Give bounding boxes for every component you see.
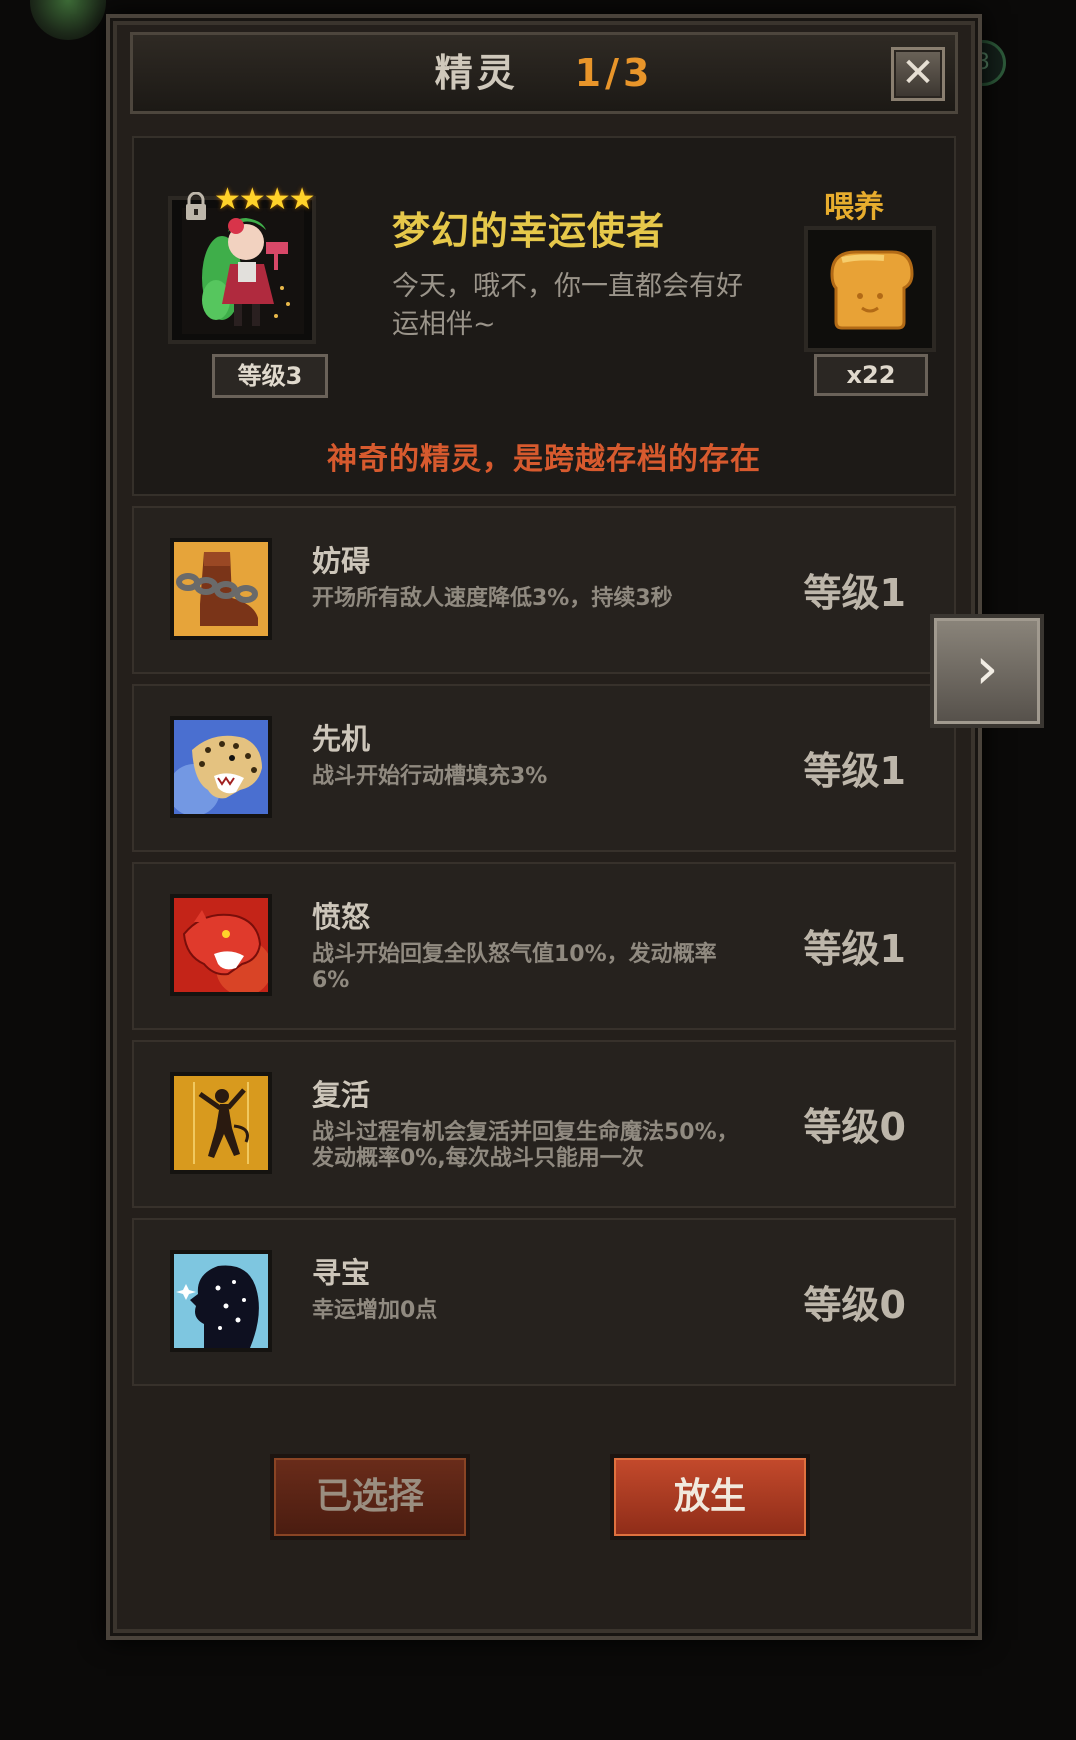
silhouette-icon <box>170 1250 272 1352</box>
skill-row[interactable]: 寻宝 幸运增加0点 等级0 <box>132 1218 956 1386</box>
spirit-character-image <box>182 208 304 334</box>
panther-icon <box>170 894 272 996</box>
selected-button[interactable]: 已选择 <box>270 1454 470 1540</box>
feed-item-slot[interactable] <box>804 226 936 352</box>
background-avatar <box>30 0 106 40</box>
skill-level: 等级1 <box>803 927 906 971</box>
skill-level: 等级0 <box>803 1283 906 1327</box>
skill-description: 开场所有敌人速度降低3%，持续3秒 <box>312 586 673 611</box>
skill-name: 愤怒 <box>312 900 371 934</box>
skill-list: 妨碍 开场所有敌人速度降低3%，持续3秒 等级1 先机 战斗开始行动槽填充3% … <box>132 506 956 1396</box>
skill-level: 等级1 <box>803 749 906 793</box>
skill-name: 复活 <box>312 1078 371 1112</box>
spirit-name: 梦幻的幸运使者 <box>392 209 666 253</box>
leopard-icon <box>170 716 272 818</box>
skill-row[interactable]: 先机 战斗开始行动槽填充3% 等级1 <box>132 684 956 852</box>
chain-boot-icon <box>170 538 272 640</box>
skill-row[interactable]: 愤怒 战斗开始回复全队怒气值10%，发动概率6% 等级1 <box>132 862 956 1030</box>
skill-description: 幸运增加0点 <box>312 1298 438 1323</box>
close-button[interactable]: ✕ <box>891 47 945 101</box>
skill-level: 等级1 <box>803 571 906 615</box>
panel-header: 精灵 1/3 ✕ <box>130 32 958 114</box>
spirit-info: ★★★★ 等级3 梦幻的幸运使者 今天，哦不，你一直都会有好运相伴~ 喂养 x2… <box>132 136 956 496</box>
feed-label: 喂养 <box>824 190 884 225</box>
title-text: 精灵 <box>434 51 519 95</box>
skill-description: 战斗开始行动槽填充3% <box>312 764 548 789</box>
skill-row[interactable]: 复活 战斗过程有机会复活并回复生命魔法50%，发动概率0%,每次战斗只能用一次 … <box>132 1040 956 1208</box>
skill-level: 等级0 <box>803 1105 906 1149</box>
chevron-right-icon: › <box>975 634 999 702</box>
bread-icon <box>830 250 914 330</box>
spirit-note: 神奇的精灵，是跨越存档的存在 <box>327 442 761 477</box>
spirit-panel: 精灵 1/3 ✕ ★★★★ 等级3 梦幻的幸运使者 今天，哦不，你一直都会有好运… <box>106 14 982 1640</box>
page-indicator: 1/3 <box>574 51 654 95</box>
skill-description: 战斗开始回复全队怒气值10%，发动概率6% <box>312 942 717 993</box>
skill-name: 寻宝 <box>312 1256 371 1290</box>
star-rating: ★★★★ <box>214 182 316 217</box>
dancer-icon <box>170 1072 272 1174</box>
skill-row[interactable]: 妨碍 开场所有敌人速度降低3%，持续3秒 等级1 <box>132 506 956 674</box>
spirit-level-tag: 等级3 <box>212 354 328 398</box>
spirit-description: 今天，哦不，你一直都会有好运相伴~ <box>392 271 743 340</box>
release-button[interactable]: 放生 <box>610 1454 810 1540</box>
close-icon: ✕ <box>901 50 935 96</box>
skill-name: 先机 <box>312 722 371 756</box>
skill-description: 战斗过程有机会复活并回复生命魔法50%，发动概率0%,每次战斗只能用一次 <box>312 1120 739 1171</box>
panel-title: 精灵 1/3 <box>133 35 955 111</box>
skill-name: 妨碍 <box>312 544 371 578</box>
feed-count: x22 <box>814 354 928 396</box>
next-page-button[interactable]: › <box>930 614 1044 728</box>
lock-icon <box>184 191 210 222</box>
